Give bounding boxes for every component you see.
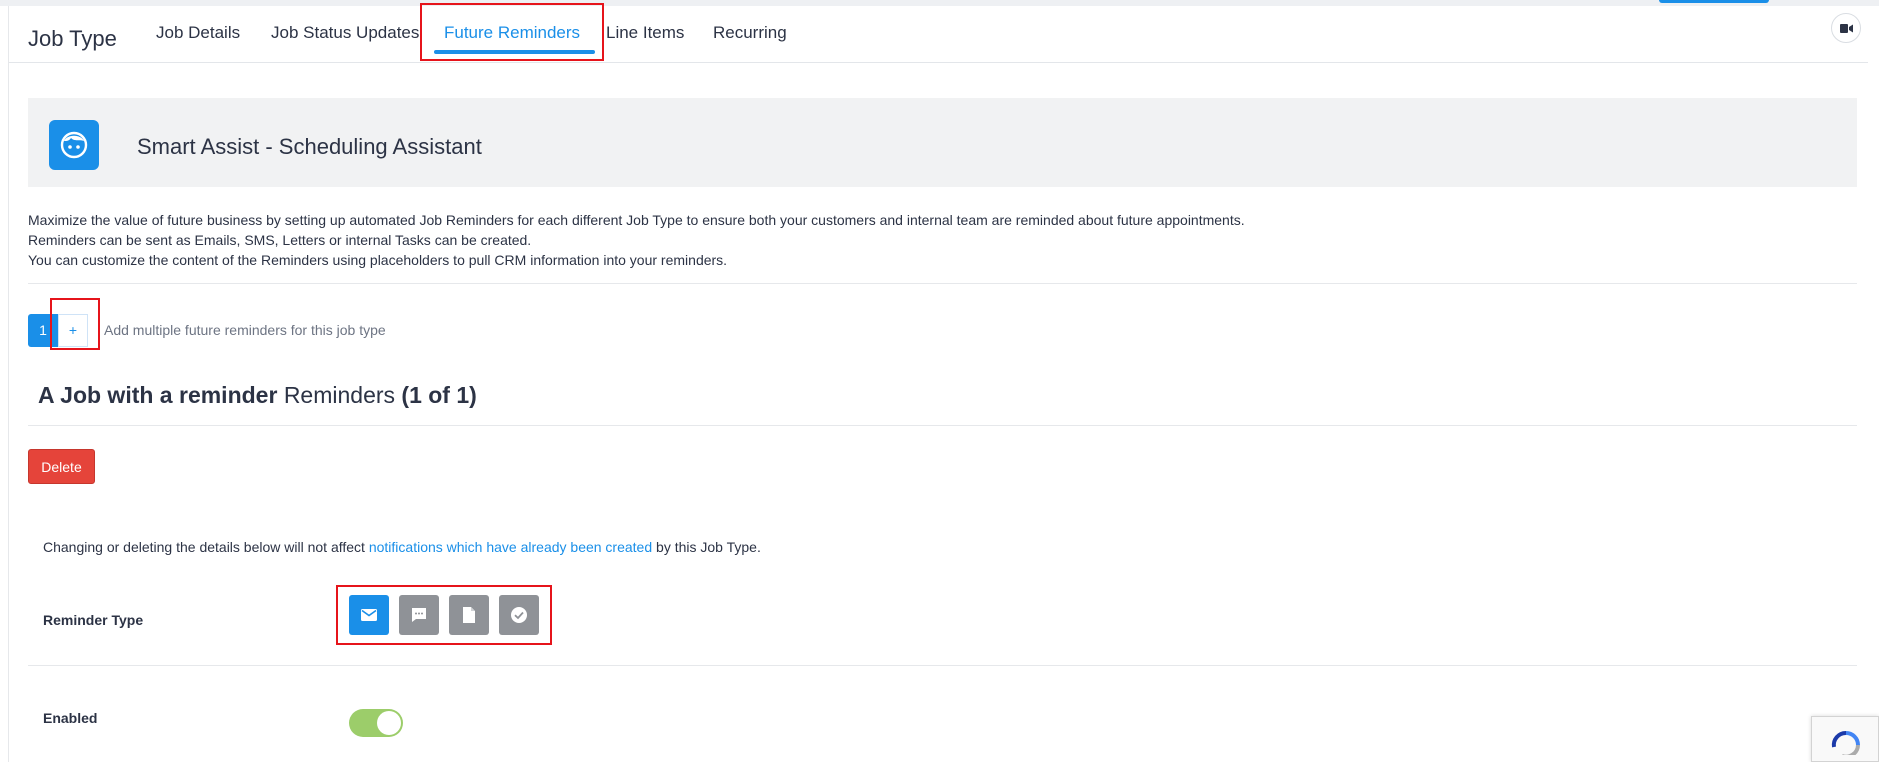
tab-bar: Job Type Job Details Job Status Updates … <box>9 3 1868 63</box>
notice-text-after: by this Job Type. <box>656 539 761 555</box>
smart-assist-banner: Smart Assist - Scheduling Assistant <box>28 98 1857 187</box>
top-accent-bar <box>1659 0 1769 3</box>
reminder-type-task-button[interactable] <box>499 595 539 635</box>
description: Maximize the value of future business by… <box>28 210 1245 270</box>
job-type-card: Job Type Job Details Job Status Updates … <box>8 3 1868 762</box>
notifications-link[interactable]: notifications which have already been cr… <box>369 539 652 555</box>
tab-job-status-updates[interactable]: Job Status Updates <box>271 23 419 43</box>
assistant-face-icon <box>60 131 88 159</box>
reminder-count: (1 of 1) <box>401 382 477 408</box>
divider <box>28 665 1857 666</box>
recaptcha-icon <box>1831 730 1860 755</box>
assistant-avatar <box>49 120 99 170</box>
video-camera-icon <box>1840 24 1853 33</box>
tab-future-reminders[interactable]: Future Reminders <box>444 23 580 43</box>
reminder-title-word: Reminders <box>283 382 396 408</box>
reminder-type-letter-button[interactable] <box>449 595 489 635</box>
tab-job-details[interactable]: Job Details <box>156 23 240 43</box>
description-line-2: Reminders can be sent as Emails, SMS, Le… <box>28 232 532 248</box>
enabled-label: Enabled <box>43 710 98 726</box>
delete-button[interactable]: Delete <box>28 449 95 484</box>
banner-title: Smart Assist - Scheduling Assistant <box>137 134 482 159</box>
sms-icon <box>412 608 426 622</box>
page: Job Type Job Details Job Status Updates … <box>0 0 1879 762</box>
task-check-icon <box>511 607 527 623</box>
change-notice: Changing or deleting the details below w… <box>43 539 761 555</box>
active-tab-indicator <box>434 50 595 54</box>
letter-icon <box>463 607 475 623</box>
recaptcha-badge[interactable] <box>1811 716 1879 762</box>
divider <box>28 425 1857 426</box>
reminder-page-1[interactable]: 1 <box>28 314 58 347</box>
tab-line-items[interactable]: Line Items <box>606 23 684 43</box>
description-line-3: You can customize the content of the Rem… <box>28 252 728 268</box>
divider <box>28 283 1857 284</box>
pager-hint: Add multiple future reminders for this j… <box>104 322 386 338</box>
video-button[interactable] <box>1831 13 1861 43</box>
reminder-type-sms-button[interactable] <box>399 595 439 635</box>
email-icon <box>361 609 377 621</box>
toggle-knob <box>377 711 401 735</box>
reminder-job-name: A Job with a reminder <box>38 382 278 408</box>
tab-recurring[interactable]: Recurring <box>713 23 787 43</box>
page-title: Job Type <box>28 26 117 51</box>
enabled-toggle[interactable] <box>349 709 403 737</box>
notice-text-before: Changing or deleting the details below w… <box>43 539 365 555</box>
reminder-section-title: A Job with a reminder Reminders (1 of 1) <box>38 382 477 409</box>
description-line-1: Maximize the value of future business by… <box>28 212 1245 228</box>
add-reminder-button[interactable]: + <box>58 314 88 347</box>
reminder-type-label: Reminder Type <box>43 612 144 628</box>
reminder-type-email-button[interactable] <box>349 595 389 635</box>
